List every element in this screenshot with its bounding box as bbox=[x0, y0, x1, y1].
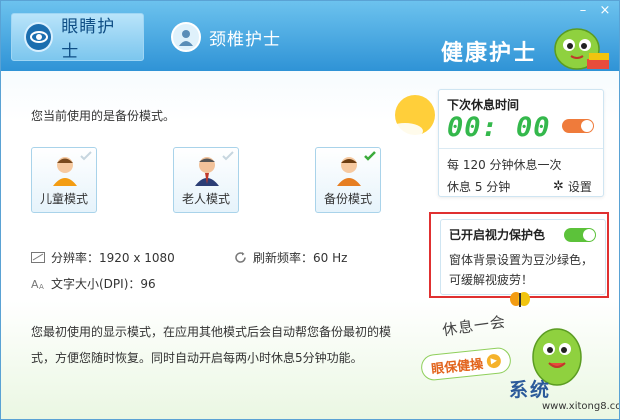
eye-protection-panel: 已开启视力保护色 窗体背景设置为豆沙绿色，可缓解视疲劳！ bbox=[440, 219, 606, 295]
break-timer: 00: 00 bbox=[447, 112, 551, 143]
tab-eye-nurse-label: 眼睛护士 bbox=[61, 17, 116, 62]
refresh-rate-info: 刷新频率：60 Hz bbox=[233, 249, 347, 266]
panel-divider bbox=[439, 148, 603, 149]
unchecked-mark-icon bbox=[80, 150, 92, 164]
svg-text:A: A bbox=[31, 278, 39, 290]
butterfly-icon bbox=[509, 291, 531, 312]
checked-mark-icon bbox=[364, 150, 376, 164]
close-button[interactable]: × bbox=[595, 3, 615, 19]
play-icon: ▶ bbox=[486, 353, 502, 369]
break-toggle[interactable] bbox=[562, 119, 594, 133]
eye-protection-toggle[interactable] bbox=[564, 228, 596, 242]
backup-mode-label: 备份模式 bbox=[323, 192, 372, 206]
elder-avatar-icon bbox=[192, 154, 222, 189]
mascot-icon bbox=[547, 23, 613, 76]
tab-cervical-nurse[interactable]: 颈椎护士 bbox=[159, 13, 299, 61]
gear-icon: ✲ bbox=[553, 179, 564, 194]
rest-label[interactable]: 休息一会 bbox=[441, 311, 507, 341]
toggle-knob bbox=[583, 229, 595, 241]
svg-text:A: A bbox=[39, 283, 44, 290]
settings-button[interactable]: ✲ 设置 bbox=[553, 178, 592, 195]
font-size-text: 文字大小(DPI)：96 bbox=[51, 277, 156, 291]
watermark-text: 系统 bbox=[509, 379, 552, 401]
current-mode-text: 您当前使用的是备份模式。 bbox=[31, 109, 176, 123]
break-timer-panel: 下次休息时间 00: 00 每 120 分钟休息一次 休息 5 分钟 ✲ 设置 bbox=[438, 89, 604, 197]
settings-label: 设置 bbox=[567, 180, 592, 194]
font-size-icon: AA bbox=[31, 278, 45, 290]
font-size-info: AA 文字大小(DPI)：96 bbox=[31, 275, 156, 292]
break-interval: 每 120 分钟休息一次 bbox=[447, 158, 562, 172]
break-duration: 休息 5 分钟 bbox=[447, 180, 511, 194]
resolution-info: 分辨率：1920 x 1080 bbox=[31, 249, 175, 266]
resolution-text: 分辨率：1920 x 1080 bbox=[51, 251, 175, 265]
app-window: 眼睛护士 颈椎护士 健康护士 – × 您当前使用的是备份模式。 儿童模式 老人模… bbox=[0, 0, 620, 420]
eye-protection-title: 已开启视力保护色 bbox=[449, 228, 546, 242]
backup-mode-button[interactable]: 备份模式 bbox=[315, 147, 381, 213]
cervical-nurse-icon bbox=[171, 22, 201, 52]
sun-icon bbox=[385, 89, 441, 148]
child-avatar-icon bbox=[50, 154, 80, 189]
eye-nurse-icon bbox=[24, 22, 54, 52]
elder-mode-label: 老人模式 bbox=[181, 192, 230, 206]
refresh-rate-text: 刷新频率：60 Hz bbox=[253, 251, 348, 265]
child-mode-button[interactable]: 儿童模式 bbox=[31, 147, 97, 213]
backup-avatar-icon bbox=[334, 154, 364, 189]
break-title: 下次休息时间 bbox=[447, 98, 520, 112]
minimize-button[interactable]: – bbox=[573, 3, 593, 19]
unchecked-mark-icon bbox=[222, 150, 234, 164]
eye-protection-description: 窗体背景设置为豆沙绿色，可缓解视疲劳！ bbox=[449, 253, 594, 287]
refresh-icon bbox=[233, 252, 247, 264]
header-bar: 眼睛护士 颈椎护士 健康护士 – × bbox=[1, 1, 619, 71]
eye-exercise-label: 眼保健操 bbox=[430, 356, 484, 378]
mode-description: 您最初使用的显示模式，在应用其他模式后会自动帮您备份最初的模式，方便您随时恢复。… bbox=[31, 325, 392, 365]
elder-mode-button[interactable]: 老人模式 bbox=[173, 147, 239, 213]
eye-exercise-button[interactable]: 眼保健操 ▶ bbox=[419, 346, 513, 382]
tab-eye-nurse[interactable]: 眼睛护士 bbox=[11, 13, 144, 62]
tab-cervical-nurse-label: 颈椎护士 bbox=[209, 29, 281, 50]
child-mode-label: 儿童模式 bbox=[39, 192, 88, 206]
toggle-knob bbox=[581, 120, 593, 132]
monitor-icon bbox=[31, 252, 45, 264]
eye-protection-highlight: 已开启视力保护色 窗体背景设置为豆沙绿色，可缓解视疲劳！ bbox=[429, 212, 609, 298]
brand-title: 健康护士 bbox=[441, 41, 538, 66]
watermark-url: www.xitong8.com bbox=[542, 401, 619, 412]
